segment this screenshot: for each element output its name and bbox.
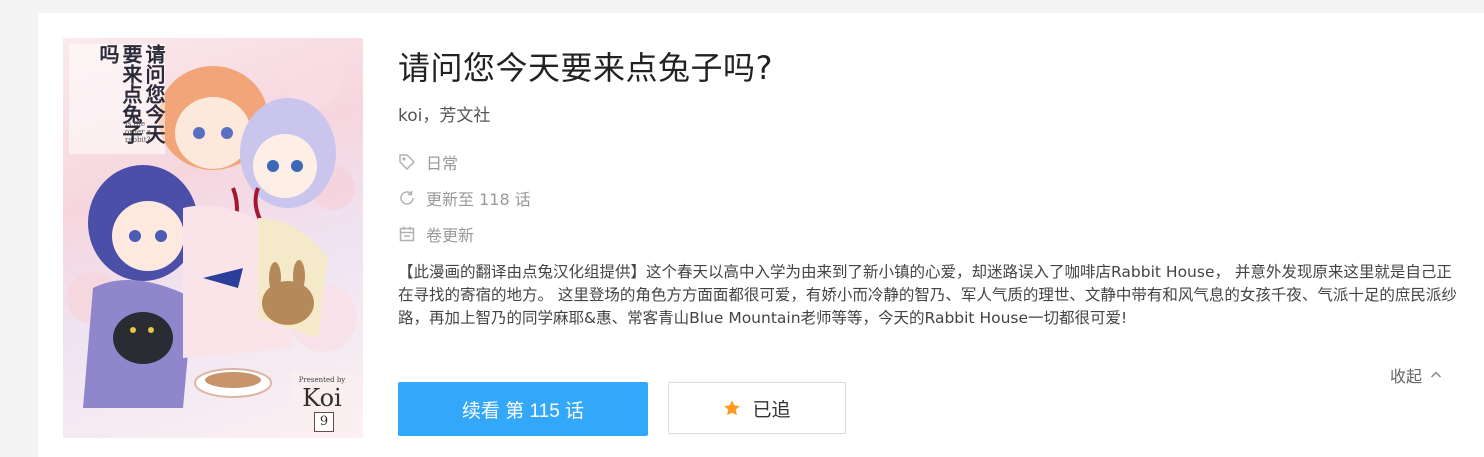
cover-presented-by: Presented by — [298, 376, 346, 384]
meta-schedule-row: 卷更新 — [398, 222, 474, 246]
cover-image[interactable]: 请问您今天要来点兔子吗 Is the order a rabbit? Prese… — [63, 38, 363, 438]
comic-description: 【此漫画的翻译由点兔汉化组提供】这个春天以高中入学为由来到了新小镇的心爱，却迷路… — [398, 263, 1457, 327]
meta-tag-text[interactable]: 日常 — [426, 150, 458, 174]
meta-schedule-text: 卷更新 — [426, 226, 475, 245]
meta-tag-row: 日常 — [398, 150, 458, 174]
meta-update-text: 更新至 118 话 — [426, 190, 531, 209]
collapse-label: 收起 — [1390, 367, 1423, 386]
refresh-icon — [400, 191, 414, 205]
comic-info-card: 请问您今天要来点兔子吗 Is the order a rabbit? Prese… — [38, 13, 1484, 457]
continue-reading-button[interactable]: 续看 第 115 话 — [398, 382, 648, 436]
collapse-toggle[interactable]: 收起 — [1390, 363, 1442, 387]
calendar-icon — [399, 226, 415, 242]
cover-subtitle: Is the order a rabbit? — [125, 120, 151, 144]
chevron-up-icon — [1430, 371, 1442, 378]
follow-label: 已追 — [752, 399, 791, 421]
cover-author-mark: Koi — [302, 384, 342, 412]
meta-update-row: 更新至 118 话 — [398, 186, 531, 210]
follow-button[interactable]: 已追 — [668, 382, 846, 434]
comic-author[interactable]: koi，芳文社 — [398, 101, 490, 126]
tag-icon — [399, 154, 415, 170]
comic-title: 请问您今天要来点兔子吗? — [398, 49, 773, 87]
star-icon — [724, 400, 741, 416]
cover-volume-number: 9 — [314, 412, 334, 432]
